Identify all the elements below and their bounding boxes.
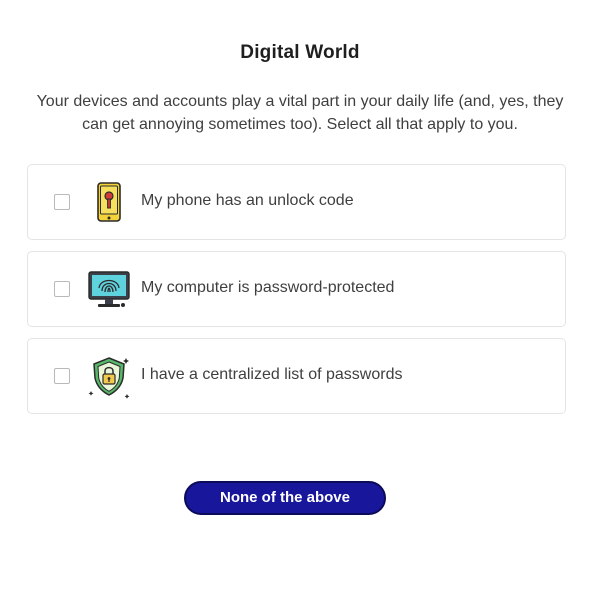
option-password-list[interactable]: I have a centralized list of passwords — [27, 338, 566, 414]
survey-page: Digital World Your devices and accounts … — [0, 0, 600, 600]
option-label: I have a centralized list of passwords — [141, 366, 403, 383]
page-subtitle: Your devices and accounts play a vital p… — [36, 93, 564, 133]
option-checkbox[interactable] — [54, 368, 70, 384]
options-list: My phone has an unlock code My computer … — [27, 164, 566, 425]
option-label: My phone has an unlock code — [141, 192, 354, 209]
option-phone-unlock[interactable]: My phone has an unlock code — [27, 164, 566, 240]
option-computer-password[interactable]: My computer is password-protected — [27, 251, 566, 327]
phone-lock-icon — [86, 180, 132, 226]
page-title: Digital World — [240, 42, 360, 63]
none-of-the-above-button[interactable]: None of the above — [184, 481, 386, 515]
shield-lock-icon — [86, 354, 132, 400]
option-label: My computer is password-protected — [141, 279, 395, 296]
option-checkbox[interactable] — [54, 281, 70, 297]
computer-fingerprint-icon — [86, 267, 132, 313]
option-checkbox[interactable] — [54, 194, 70, 210]
